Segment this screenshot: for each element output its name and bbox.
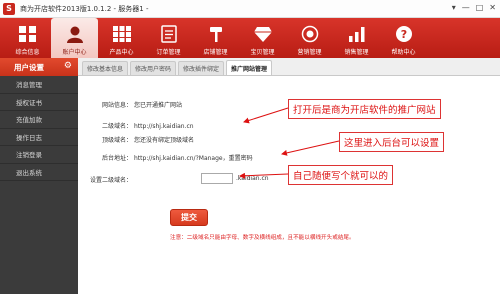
callout-promo-site: 打开后是商为开店软件的推广网站	[288, 99, 441, 119]
arrow-to-admin	[281, 140, 340, 156]
callout-backend: 这里进入后台可以设置	[339, 132, 445, 152]
callout-free-write: 自己随便写个就可以的	[288, 165, 394, 185]
arrow-to-subdomain	[243, 107, 289, 124]
arrow-to-input	[239, 172, 289, 179]
